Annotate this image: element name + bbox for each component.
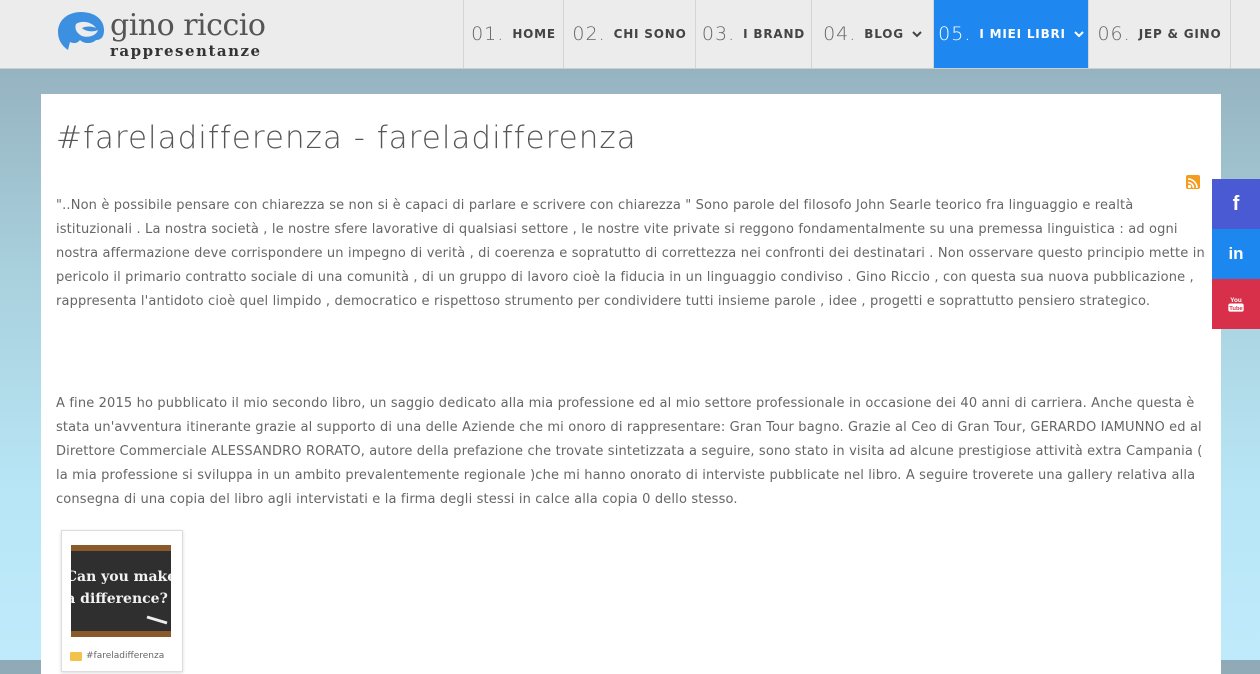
- nav-label: I MIEI LIBRI: [979, 27, 1066, 41]
- nav-item-chi-sono[interactable]: 02. CHI SONO: [563, 0, 695, 68]
- intro-paragraph: A fine 2015 ho pubblicato il mio secondo…: [56, 396, 1203, 507]
- nav-item-i-miei-libri[interactable]: 05. I MIEI LIBRI: [933, 0, 1088, 68]
- facebook-icon[interactable]: f: [1212, 179, 1260, 229]
- nav-item-blog[interactable]: 04. BLOG: [811, 0, 933, 68]
- nav-label: I BRAND: [743, 27, 806, 41]
- page-title: #fareladifferenza - fareladifferenza: [56, 120, 637, 156]
- chevron-down-icon: [912, 31, 922, 38]
- logo-head-icon: [58, 12, 104, 50]
- image-text-line: a difference?: [71, 591, 168, 607]
- svg-text:Tube: Tube: [1229, 306, 1243, 312]
- linkedin-icon[interactable]: in: [1212, 229, 1260, 279]
- nav-label: CHI SONO: [613, 27, 687, 41]
- brand-name: gino riccio: [110, 8, 266, 43]
- svg-text:You: You: [1230, 297, 1242, 304]
- gallery-thumbnail[interactable]: Can you make a difference? #fareladiffer…: [61, 530, 183, 672]
- nav-number: 01.: [471, 23, 505, 45]
- nav-number: 03.: [701, 23, 736, 45]
- quote-paragraph: "..Non è possibile pensare con chiarezza…: [56, 198, 1205, 309]
- folder-icon: [70, 651, 82, 661]
- nav-item-jep-gino[interactable]: 06. JEP & GINO: [1088, 0, 1231, 68]
- site-header: gino riccio rappresentanze 01. HOME 02. …: [0, 0, 1260, 69]
- nav-number: 02.: [572, 23, 606, 45]
- main-nav: 01. HOME 02. CHI SONO 03. I BRAND 04. BL…: [463, 0, 1231, 68]
- nav-item-i-brand[interactable]: 03. I BRAND: [695, 0, 811, 68]
- social-sidebar: f in You Tube: [1212, 179, 1260, 329]
- chalkboard-image: Can you make a difference?: [71, 545, 171, 637]
- site-logo[interactable]: gino riccio rappresentanze: [56, 8, 266, 62]
- youtube-icon[interactable]: You Tube: [1212, 279, 1260, 329]
- nav-number: 06.: [1097, 23, 1131, 45]
- nav-label: JEP & GINO: [1138, 27, 1222, 41]
- rss-icon[interactable]: [1186, 175, 1200, 189]
- brand-tagline: rappresentanze: [110, 42, 262, 60]
- nav-label: HOME: [512, 27, 556, 41]
- nav-label: BLOG: [864, 27, 904, 41]
- nav-item-home[interactable]: 01. HOME: [463, 0, 563, 68]
- content-card: #fareladifferenza - fareladifferenza "..…: [41, 94, 1221, 674]
- nav-number: 04.: [823, 23, 857, 45]
- nav-number: 05.: [938, 23, 972, 45]
- chevron-down-icon: [1074, 31, 1084, 38]
- image-text-line: Can you make: [71, 569, 171, 585]
